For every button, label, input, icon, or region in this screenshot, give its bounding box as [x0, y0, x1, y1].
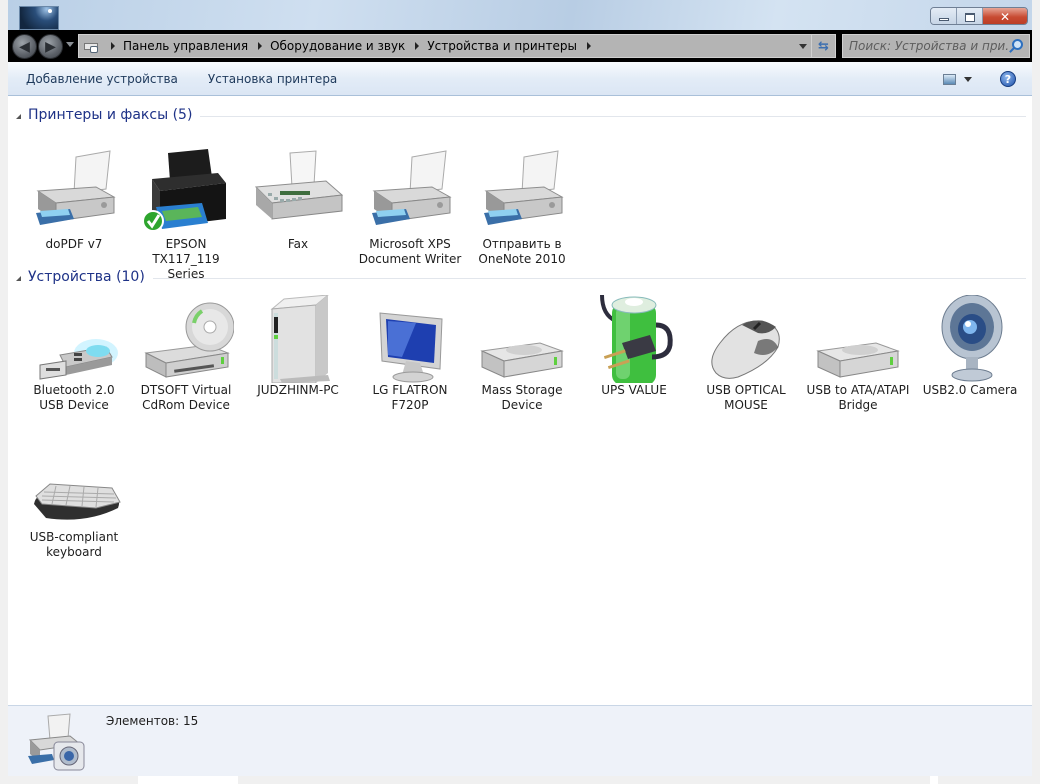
device-item[interactable]: USB2.0 Camera [914, 294, 1026, 398]
taskbar-fragment [930, 776, 938, 784]
computer-tower-icon [250, 294, 346, 384]
group-divider [200, 115, 1026, 117]
window-controls: ✕ [930, 7, 1028, 25]
forward-button[interactable]: ▶ [38, 34, 63, 59]
device-item[interactable]: USB to ATA/ATAPI Bridge [802, 295, 914, 413]
breadcrumb-devices-printers[interactable]: Устройства и принтеры [427, 39, 577, 53]
device-label: UPS VALUE [601, 383, 667, 397]
breadcrumb: Панель управления Оборудование и звук Ус… [101, 39, 599, 53]
device-item[interactable]: LG FLATRON F720P [354, 295, 466, 413]
group-header-printers[interactable]: Принтеры и факсы (5) [16, 105, 1026, 125]
window-system-icon[interactable] [19, 6, 59, 30]
change-view-icon[interactable] [943, 74, 956, 85]
details-pane: Элементов: 15 [8, 705, 1032, 776]
address-bar[interactable]: Панель управления Оборудование и звук Ус… [78, 34, 836, 58]
command-bar: Добавление устройства Установка принтера… [8, 62, 1032, 96]
search-input[interactable] [849, 39, 1009, 53]
close-button[interactable]: ✕ [983, 8, 1027, 24]
search-box [842, 34, 1030, 58]
device-label: Bluetooth 2.0 USB Device [33, 383, 115, 412]
printer-icon [362, 149, 458, 237]
device-label: Mass Storage Device [481, 383, 563, 412]
devices-printers-icon [83, 38, 101, 54]
search-icon[interactable] [1012, 39, 1023, 50]
back-arrow-icon: ◀ [19, 38, 30, 55]
breadcrumb-arrow-icon[interactable] [415, 42, 420, 50]
keyboard-icon [26, 442, 122, 530]
title-bar: ✕ [8, 0, 1032, 30]
group-title: Принтеры и факсы (5) [28, 107, 193, 123]
device-item[interactable]: Fax [242, 149, 354, 252]
device-label: Microsoft XPS Document Writer [358, 237, 462, 266]
taskbar-fragment [138, 776, 238, 784]
device-item[interactable]: EPSON TX117_119 Series [130, 149, 242, 282]
refresh-button[interactable]: ⇆ [811, 35, 835, 57]
forward-arrow-icon: ▶ [45, 38, 56, 55]
printer-icon [474, 149, 570, 237]
add-printer-button[interactable]: Установка принтера [193, 66, 352, 92]
refresh-icon: ⇆ [818, 38, 829, 54]
ups-battery-icon [586, 294, 682, 385]
device-item[interactable]: Microsoft XPS Document Writer [354, 149, 466, 267]
close-icon: ✕ [999, 10, 1011, 24]
device-label: Fax [287, 237, 309, 251]
breadcrumb-arrow-icon[interactable] [111, 42, 115, 50]
item-count: Элементов: 15 [106, 714, 199, 728]
webcam-icon [922, 294, 1018, 383]
back-button[interactable]: ◀ [12, 34, 37, 59]
breadcrumb-control-panel[interactable]: Панель управления [123, 39, 248, 53]
navigation-bar: ◀ ▶ Панель управления Оборудование и зву… [8, 30, 1032, 62]
usb-dongle-icon [26, 295, 122, 383]
device-item[interactable]: doPDF v7 [18, 149, 130, 252]
restore-button[interactable] [957, 8, 983, 24]
device-item[interactable]: UPS VALUE [578, 294, 690, 398]
view-options-dropdown[interactable] [964, 77, 972, 82]
device-label: Отправить в OneNote 2010 [478, 237, 566, 266]
device-item[interactable]: Отправить в OneNote 2010 [466, 149, 578, 267]
breadcrumb-hardware-sound[interactable]: Оборудование и звук [270, 39, 405, 53]
address-history-dropdown[interactable] [799, 44, 807, 49]
device-label: USB to ATA/ATAPI Bridge [806, 383, 910, 412]
device-label: JUDZHINM-PC [257, 383, 339, 397]
help-icon[interactable]: ? [1000, 71, 1016, 87]
inkjet-printer-icon [138, 149, 234, 237]
device-label: doPDF v7 [45, 237, 103, 251]
cdrom-drive-icon [138, 295, 235, 383]
devices-printers-icon [26, 712, 90, 772]
minimize-button[interactable] [931, 8, 957, 24]
recent-pages-dropdown[interactable] [66, 42, 74, 47]
device-label: USB2.0 Camera [922, 383, 1018, 397]
device-item[interactable]: Bluetooth 2.0 USB Device [18, 295, 130, 413]
device-item[interactable]: USB-compliant keyboard [18, 442, 130, 560]
monitor-icon [362, 295, 458, 383]
device-label: DTSOFT Virtual CdRom Device [140, 383, 232, 412]
mouse-icon [698, 295, 794, 383]
devices-printers-window: ✕ ◀ ▶ Панель управления Оборудование и з… [8, 0, 1032, 776]
collapse-icon[interactable] [16, 113, 21, 119]
external-drive-icon [474, 295, 570, 383]
breadcrumb-arrow-icon[interactable] [258, 42, 263, 50]
device-item[interactable]: DTSOFT Virtual CdRom Device [130, 295, 242, 413]
device-label: LG FLATRON F720P [372, 383, 448, 412]
restore-icon [964, 12, 975, 22]
breadcrumb-arrow-icon[interactable] [586, 42, 591, 50]
add-device-button[interactable]: Добавление устройства [11, 66, 193, 92]
device-item[interactable]: JUDZHINM-PC [242, 294, 354, 398]
printer-icon [26, 149, 122, 237]
device-label: USB OPTICAL MOUSE [706, 383, 786, 412]
group-header-devices[interactable]: Устройства (10) [16, 267, 1026, 287]
devices-view: Принтеры и факсы (5) doPDF v7 EPSON TX11… [8, 97, 1032, 704]
external-drive-icon [810, 295, 906, 383]
collapse-icon[interactable] [16, 275, 21, 281]
device-item[interactable]: Mass Storage Device [466, 295, 578, 413]
device-item[interactable]: USB OPTICAL MOUSE [690, 295, 802, 413]
group-title: Устройства (10) [28, 269, 145, 285]
group-divider [152, 277, 1026, 279]
device-label: USB-compliant keyboard [29, 530, 119, 559]
fax-icon [250, 149, 346, 237]
minimize-icon [938, 18, 949, 21]
